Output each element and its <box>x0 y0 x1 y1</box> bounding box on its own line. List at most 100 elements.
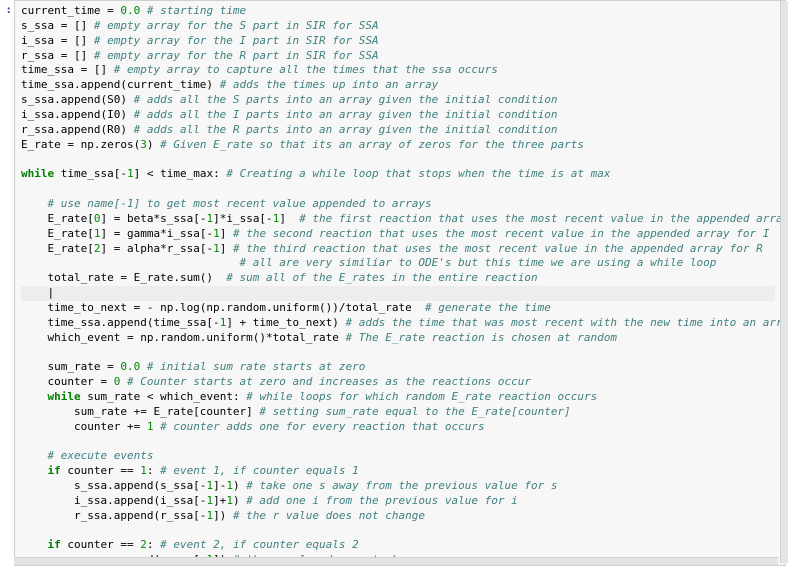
code-token-cmt: # use name[-1] to get most recent value … <box>48 197 432 210</box>
code-token-kw: if <box>48 464 61 477</box>
code-token-kw: while <box>48 390 81 403</box>
code-token-cmt: # adds the time that was most recent wit… <box>346 316 786 329</box>
code-token-plain: : <box>147 538 160 551</box>
code-token-plain <box>21 256 240 269</box>
code-token-cmt: # empty array for the R part in SIR for … <box>94 49 379 62</box>
code-token-plain <box>140 4 147 17</box>
code-token-cmt: # execute events <box>48 449 154 462</box>
code-token-plain: ] + time_to_next) <box>226 316 345 329</box>
code-token-plain <box>140 360 147 373</box>
code-token-plain: E_rate = np.zeros( <box>21 138 140 151</box>
caret: | <box>21 286 54 299</box>
page-root: : current_time = 0.0 # starting time s_s… <box>0 0 789 566</box>
code-token-plain: r_ssa.append(R0) <box>21 123 134 136</box>
code-token-plain: ]- <box>213 479 226 492</box>
code-token-plain: s_ssa.append(s_ssa[- <box>21 479 206 492</box>
code-token-plain: counter += <box>21 420 147 433</box>
code-token-plain: time_ssa[- <box>54 167 127 180</box>
code-token-plain: time_ssa = [] <box>21 63 114 76</box>
code-token-num: 2 <box>140 538 147 551</box>
code-token-cmt: # while loops for which random E_rate re… <box>246 390 597 403</box>
code-token-cmt: # Counter starts at zero and increases a… <box>127 375 531 388</box>
code-token-cmt: # generate the time <box>425 301 551 314</box>
code-token-plain: s_ssa = [] <box>21 19 94 32</box>
code-token-plain: ] = alpha*r_ssa[- <box>100 242 213 255</box>
code-token-plain: E_rate[ <box>21 242 94 255</box>
code-token-cmt: # event 2, if counter equals 2 <box>160 538 359 551</box>
code-token-cmt: # all are very similiar to ODE's but thi… <box>240 256 717 269</box>
code-token-plain: sum_rate = <box>21 360 120 373</box>
code-token-cmt: # take one s away from the previous valu… <box>246 479 557 492</box>
code-token-num: 0.0 <box>120 360 140 373</box>
code-token-cmt: # add one i from the previous value for … <box>246 494 518 507</box>
code-token-cmt: # empty array for the I part in SIR for … <box>94 34 379 47</box>
code-token-plain: ] <box>279 212 299 225</box>
code-token-num: 1 <box>213 227 220 240</box>
horizontal-scrollbar[interactable] <box>14 557 778 565</box>
code-token-plain: ] < time_max: <box>134 167 227 180</box>
code-token-cmt: # initial sum rate starts at zero <box>147 360 366 373</box>
code-token-plain <box>21 464 48 477</box>
code-token-cmt: # adds the times up into an array <box>220 78 439 91</box>
code-token-kw: if <box>48 538 61 551</box>
code-token-plain: i_ssa.append(i_ssa[- <box>21 494 206 507</box>
code-token-plain: ] = gamma*i_ssa[- <box>100 227 213 240</box>
code-token-cmt: # event 1, if counter equals 1 <box>160 464 359 477</box>
code-editor-content[interactable]: current_time = 0.0 # starting time s_ssa… <box>21 4 785 566</box>
code-token-cmt: # empty array for the S part in SIR for … <box>94 19 379 32</box>
code-token-cmt: # Creating a while loop that stops when … <box>226 167 610 180</box>
code-token-plain <box>21 538 48 551</box>
code-token-plain: i_ssa = [] <box>21 34 94 47</box>
code-token-plain: ]+ <box>213 494 226 507</box>
code-token-plain <box>120 375 127 388</box>
code-token-plain: current_time = <box>21 4 120 17</box>
code-token-plain: time_ssa.append(current_time) <box>21 78 220 91</box>
code-token-num: 3 <box>140 138 147 151</box>
code-token-plain: E_rate[ <box>21 227 94 240</box>
code-token-plain: counter = <box>21 375 114 388</box>
code-token-num: 0.0 <box>120 4 140 17</box>
code-token-num: 1 <box>226 479 233 492</box>
code-cell[interactable]: current_time = 0.0 # starting time s_ssa… <box>14 0 786 566</box>
code-token-plain: which_event = np.random.uniform()*total_… <box>21 331 346 344</box>
code-token-plain: ) <box>147 138 160 151</box>
code-token-cmt: # adds all the S parts into an array giv… <box>134 93 558 106</box>
code-token-num: 1 <box>140 464 147 477</box>
code-token-cmt: # the second reaction that uses the most… <box>233 227 769 240</box>
code-token-cmt: # sum all of the E_rates in the entire r… <box>226 271 537 284</box>
cursor-line[interactable]: | <box>21 286 775 301</box>
code-token-cmt: # the first reaction that uses the most … <box>299 212 786 225</box>
code-token-num: 1 <box>127 167 134 180</box>
code-token-plain <box>21 390 48 403</box>
code-token-cmt: # the r value does not change <box>233 509 425 522</box>
code-token-plain: r_ssa = [] <box>21 49 94 62</box>
code-token-plain: ]) <box>213 509 233 522</box>
code-token-num: 1 <box>226 494 233 507</box>
code-token-plain: ] = beta*s_ssa[- <box>100 212 206 225</box>
code-token-cmt: # adds all the I parts into an array giv… <box>134 108 558 121</box>
code-token-plain: r_ssa.append(r_ssa[- <box>21 509 206 522</box>
code-token-cmt: # setting sum_rate equal to the E_rate[c… <box>259 405 570 418</box>
code-token-plain <box>21 449 48 462</box>
code-token-plain: i_ssa.append(I0) <box>21 108 134 121</box>
code-token-plain: ] <box>220 227 233 240</box>
code-token-plain: ] <box>220 242 233 255</box>
cell-prompt-text: : <box>5 3 12 16</box>
code-token-cmt: # The E_rate reaction is chosen at rando… <box>346 331 618 344</box>
code-token-plain: time_ssa.append(time_ssa[- <box>21 316 220 329</box>
code-token-cmt: # the third reaction that uses the most … <box>233 242 763 255</box>
vertical-scrollbar[interactable] <box>780 1 788 563</box>
code-token-plain: ) <box>233 494 246 507</box>
code-token-plain: total_rate = E_rate.sum() <box>21 271 226 284</box>
code-token-plain: ) <box>233 479 246 492</box>
code-token-plain: ]*i_ssa[- <box>213 212 273 225</box>
code-token-cmt: # counter adds one for every reaction th… <box>160 420 485 433</box>
code-token-plain: time_to_next = - np.log(np.random.unifor… <box>21 301 425 314</box>
code-token-plain: : <box>147 464 160 477</box>
code-token-plain: sum_rate < which_event: <box>81 390 247 403</box>
code-token-plain: sum_rate += E_rate[counter] <box>21 405 259 418</box>
code-token-plain: counter == <box>61 464 140 477</box>
cell-prompt: : <box>0 0 12 566</box>
code-token-plain: counter == <box>61 538 140 551</box>
code-token-plain: E_rate[ <box>21 212 94 225</box>
